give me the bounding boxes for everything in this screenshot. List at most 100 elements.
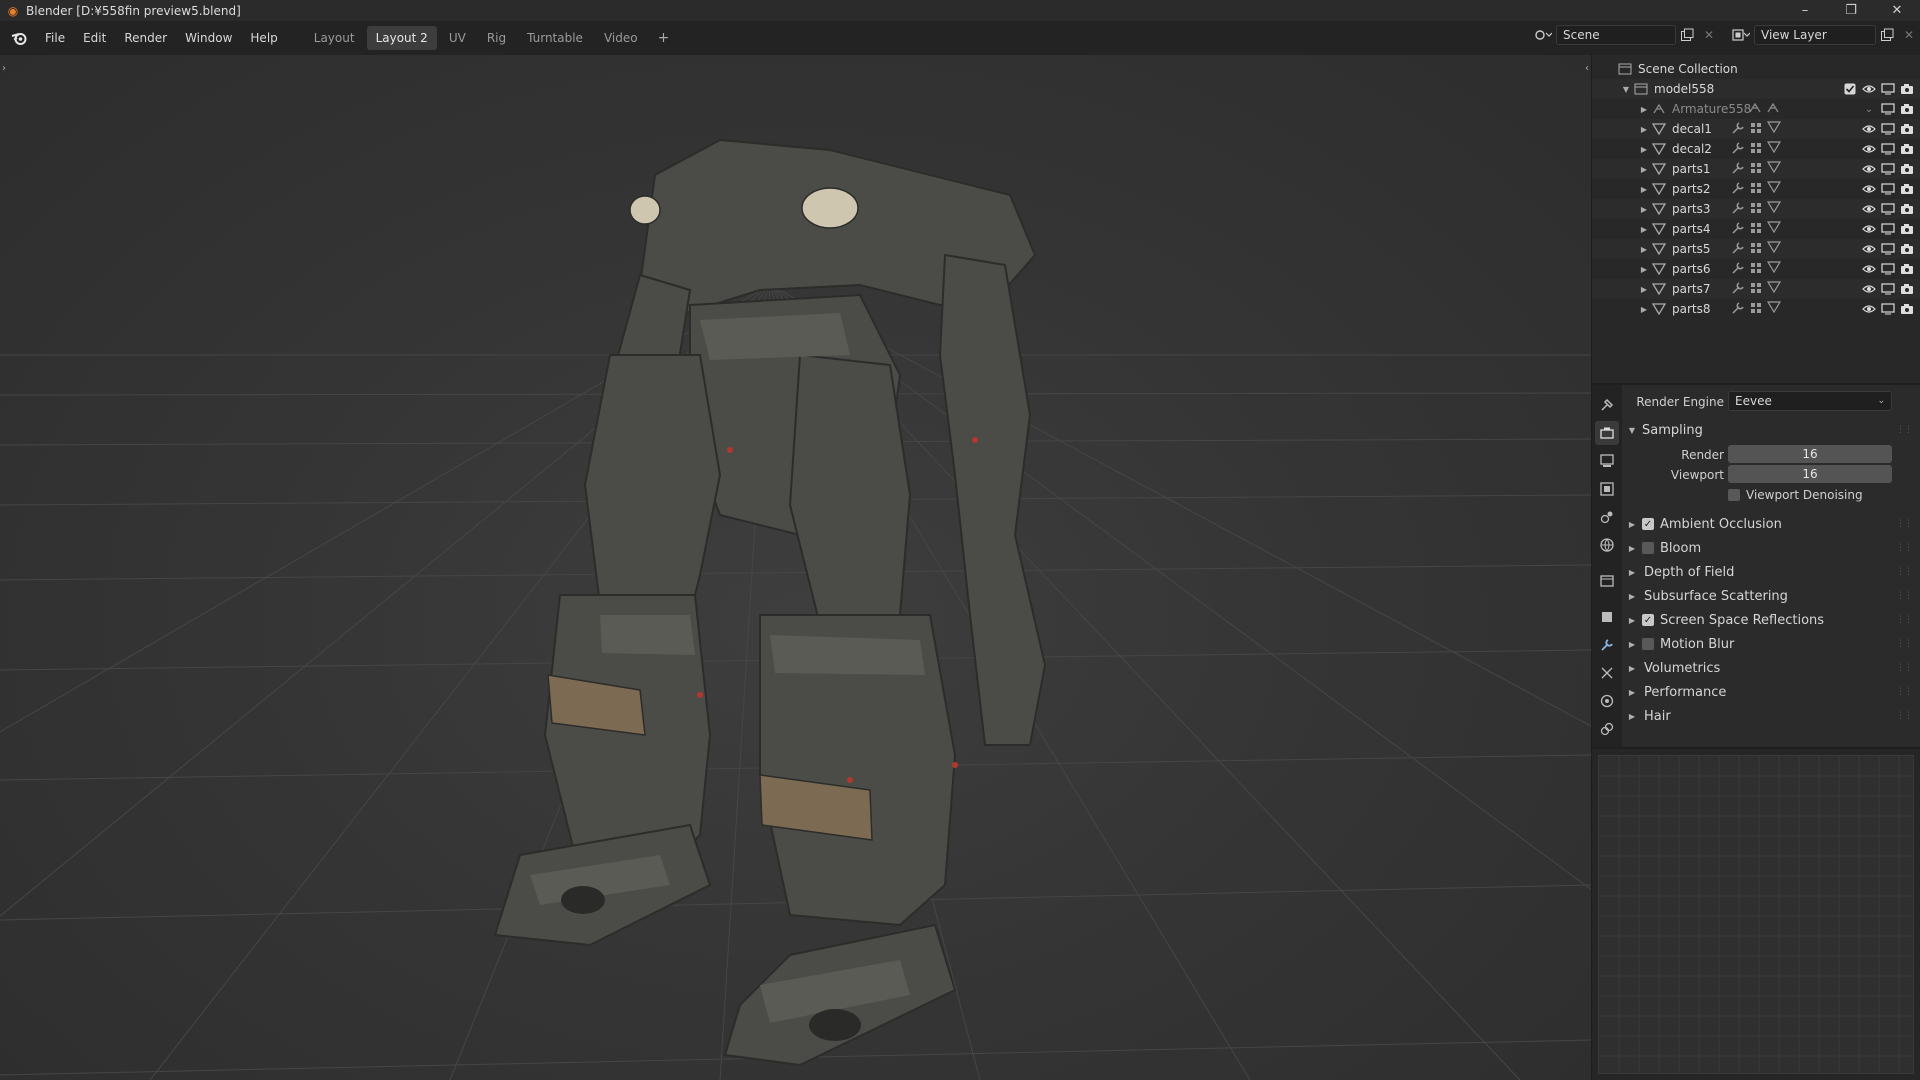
volumetrics-panel-header[interactable]: ▶ Volumetrics ⋮⋮ <box>1626 657 1916 679</box>
eye-icon[interactable] <box>1862 182 1876 196</box>
vertex-groups-icon[interactable] <box>1749 261 1763 278</box>
outliner-row-parts6[interactable]: ▶ parts6 <box>1592 259 1920 279</box>
eye-icon[interactable] <box>1862 82 1876 96</box>
world-tab-icon[interactable] <box>1595 533 1619 557</box>
physics-tab-icon[interactable] <box>1595 689 1619 713</box>
motion-blur-panel-header[interactable]: ▶ Motion Blur ⋮⋮ <box>1626 633 1916 655</box>
mesh-object-icon[interactable] <box>1650 281 1668 297</box>
armature-data-icon[interactable] <box>1766 102 1780 117</box>
mesh-data-icon[interactable] <box>1766 160 1782 178</box>
modifier-wrench-icon[interactable] <box>1595 633 1619 657</box>
modifier-wrench-icon[interactable] <box>1731 301 1745 318</box>
vertex-groups-icon[interactable] <box>1749 281 1763 298</box>
tab-uv[interactable]: UV <box>440 26 475 50</box>
ambient-occlusion-checkbox[interactable]: ✓ <box>1642 518 1654 530</box>
restore-button[interactable]: ❐ <box>1828 0 1874 21</box>
drag-handle-icon[interactable]: ⋮⋮ <box>1896 543 1913 553</box>
eye-icon[interactable] <box>1862 262 1876 276</box>
outliner-row-decal2[interactable]: ▶ decal2 <box>1592 139 1920 159</box>
eye-icon[interactable] <box>1862 122 1876 136</box>
outliner-row-parts2[interactable]: ▶ parts2 <box>1592 179 1920 199</box>
outliner-item-label[interactable]: decal2 <box>1672 142 1712 156</box>
vertex-groups-icon[interactable] <box>1749 201 1763 218</box>
screen-space-reflections-checkbox[interactable]: ✓ <box>1642 614 1654 626</box>
mesh-data-icon[interactable] <box>1766 260 1782 278</box>
bottom-editor-area[interactable] <box>1592 749 1920 1080</box>
mesh-data-icon[interactable] <box>1766 300 1782 318</box>
output-tab-icon[interactable] <box>1595 449 1619 473</box>
motion-blur-checkbox[interactable] <box>1642 638 1654 650</box>
outliner-row-parts4[interactable]: ▶ parts4 <box>1592 219 1920 239</box>
sampling-render-field[interactable]: 16 <box>1728 445 1892 463</box>
mesh-object-icon[interactable] <box>1650 121 1668 137</box>
outliner-row-parts1[interactable]: ▶ parts1 <box>1592 159 1920 179</box>
expand-right-icon[interactable]: ▶ <box>1638 125 1650 134</box>
camera-icon[interactable] <box>1900 142 1914 156</box>
eye-icon[interactable] <box>1862 242 1876 256</box>
eye-icon[interactable] <box>1862 202 1876 216</box>
vertex-groups-icon[interactable] <box>1749 161 1763 178</box>
sampling-viewport-field[interactable]: 16 <box>1728 465 1892 483</box>
modifier-wrench-icon[interactable] <box>1731 241 1745 258</box>
modifier-wrench-icon[interactable] <box>1731 121 1745 138</box>
outliner-item-label[interactable]: decal1 <box>1672 122 1712 136</box>
mesh-data-icon[interactable] <box>1766 180 1782 198</box>
toolbar-expand-icon[interactable]: › <box>2 63 6 74</box>
monitor-icon[interactable] <box>1881 302 1895 316</box>
particles-tab-icon[interactable] <box>1595 661 1619 685</box>
outliner-row-armature558[interactable]: ▶ Armature558 ⌄ <box>1592 99 1920 119</box>
drag-handle-icon[interactable]: ⋮⋮ <box>1896 591 1913 601</box>
drag-handle-icon[interactable]: ⋮⋮ <box>1896 567 1913 577</box>
expand-right-icon[interactable]: ▶ <box>1638 105 1650 114</box>
eye-icon[interactable] <box>1862 222 1876 236</box>
mesh-object-icon[interactable] <box>1650 261 1668 277</box>
monitor-icon[interactable] <box>1881 222 1895 236</box>
outliner-item-label[interactable]: parts7 <box>1672 282 1711 296</box>
expand-right-icon[interactable]: ▶ <box>1638 145 1650 154</box>
render-tab-icon[interactable] <box>1595 421 1619 445</box>
camera-icon[interactable] <box>1900 82 1914 96</box>
tab-video[interactable]: Video <box>595 26 647 50</box>
bloom-panel-header[interactable]: ▶ Bloom ⋮⋮ <box>1626 537 1916 559</box>
menu-edit[interactable]: Edit <box>74 27 115 49</box>
expand-right-icon[interactable]: ▶ <box>1638 265 1650 274</box>
constraints-tab-icon[interactable] <box>1595 717 1619 741</box>
vertex-groups-icon[interactable] <box>1749 141 1763 158</box>
outliner-row-parts5[interactable]: ▶ parts5 <box>1592 239 1920 259</box>
subsurface-scattering-panel-header[interactable]: ▶ Subsurface Scattering ⋮⋮ <box>1626 585 1916 607</box>
drag-handle-icon[interactable]: ⋮⋮ <box>1896 639 1913 649</box>
modifier-wrench-icon[interactable] <box>1731 281 1745 298</box>
tab-layout[interactable]: Layout <box>305 26 364 50</box>
minimize-button[interactable]: – <box>1782 0 1828 21</box>
expand-right-icon[interactable]: ▶ <box>1638 305 1650 314</box>
sidebar-expand-icon[interactable]: ‹ <box>1585 63 1589 74</box>
scene-type-icon[interactable] <box>1532 25 1554 45</box>
expand-right-icon[interactable]: ▶ <box>1638 185 1650 194</box>
viewport-denoising-toggle[interactable]: Viewport Denoising <box>1728 488 1863 502</box>
vertex-groups-icon[interactable] <box>1749 121 1763 138</box>
menu-help[interactable]: Help <box>241 27 286 49</box>
mesh-data-icon[interactable] <box>1766 120 1782 138</box>
exclude-checkbox-icon[interactable] <box>1843 82 1857 96</box>
delete-view-layer-icon[interactable]: ✕ <box>1898 25 1920 45</box>
outliner-item-label[interactable]: parts8 <box>1672 302 1711 316</box>
delete-scene-icon[interactable]: ✕ <box>1698 25 1720 45</box>
menu-window[interactable]: Window <box>176 27 241 49</box>
camera-icon[interactable] <box>1900 202 1914 216</box>
tab-layout-2[interactable]: Layout 2 <box>366 26 437 50</box>
new-view-layer-icon[interactable] <box>1876 25 1898 45</box>
menu-render[interactable]: Render <box>115 27 176 49</box>
drag-handle-icon[interactable]: ⋮⋮ <box>1896 711 1913 721</box>
vertex-groups-icon[interactable] <box>1749 301 1763 318</box>
tool-tab-icon[interactable] <box>1595 393 1619 417</box>
drag-handle-icon[interactable]: ⋮⋮ <box>1896 519 1913 529</box>
camera-icon[interactable] <box>1900 282 1914 296</box>
eye-icon[interactable] <box>1862 162 1876 176</box>
pose-icon[interactable] <box>1748 102 1762 117</box>
close-button[interactable]: ✕ <box>1874 0 1920 21</box>
expand-right-icon[interactable]: ▶ <box>1638 205 1650 214</box>
view-layer-tab-icon[interactable] <box>1595 477 1619 501</box>
monitor-icon[interactable] <box>1881 102 1895 116</box>
viewport-denoising-checkbox[interactable] <box>1728 489 1740 501</box>
outliner-row-parts3[interactable]: ▶ parts3 <box>1592 199 1920 219</box>
